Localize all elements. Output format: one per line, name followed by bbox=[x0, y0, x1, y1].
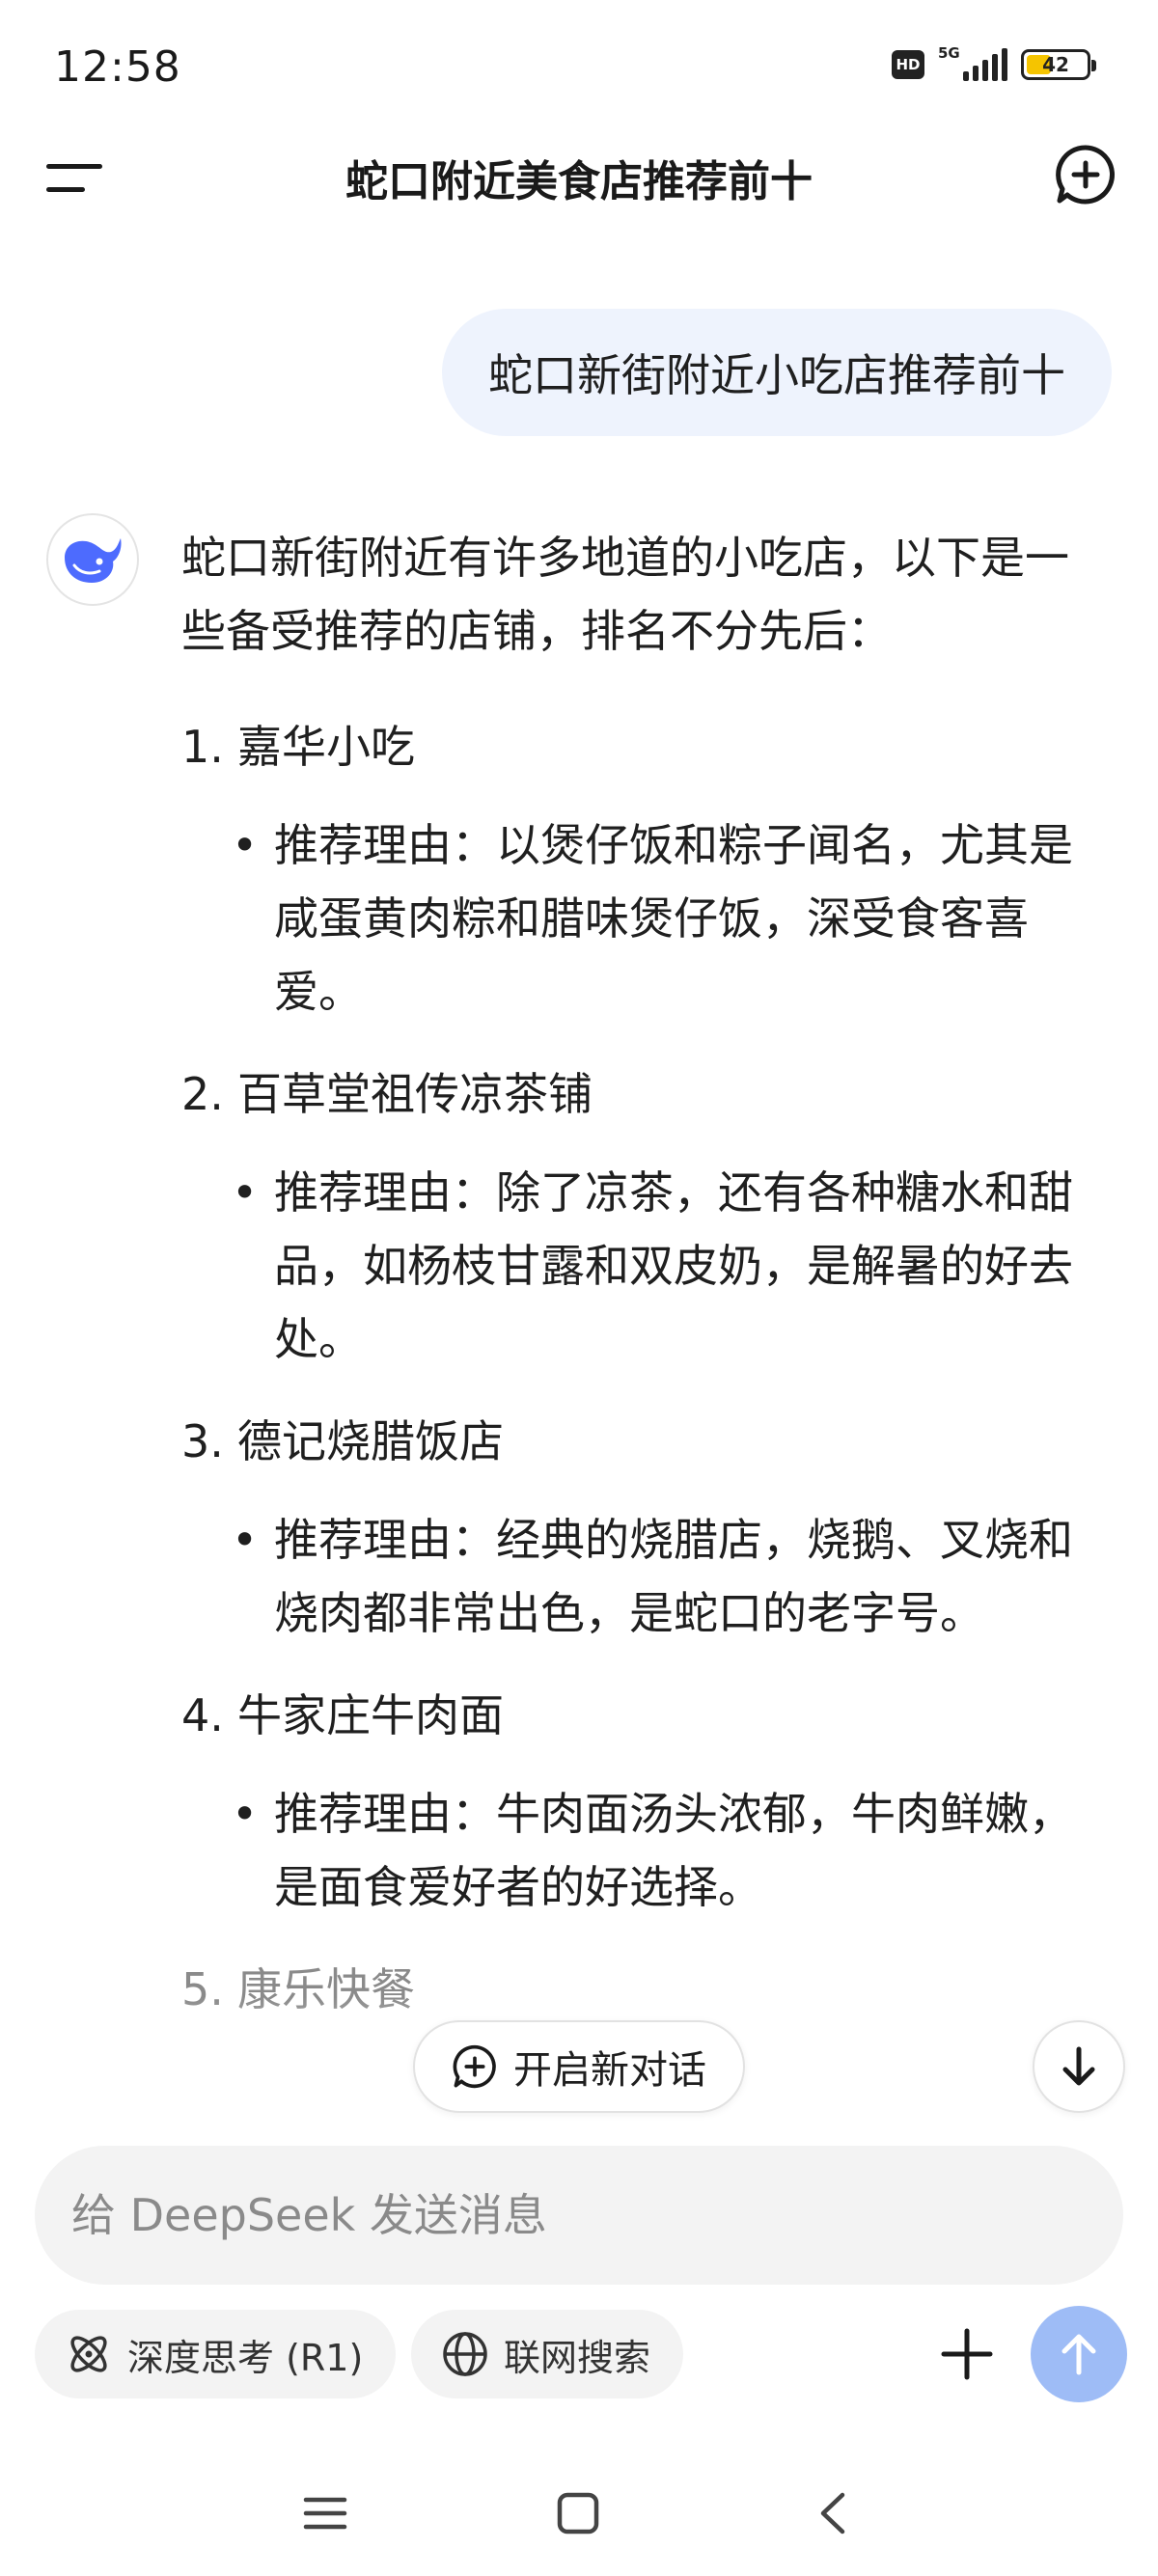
list-item: 3. 德记烧腊饭店 bbox=[181, 1415, 504, 1467]
attach-button[interactable] bbox=[923, 2310, 1011, 2398]
signal-icon: 5G bbox=[938, 44, 1007, 81]
item-reason: • 推荐理由：经典的烧腊店，烧鹅、叉烧和烧肉都非常出色，是蛇口的老字号。 bbox=[232, 1514, 1073, 1639]
item-reason: • 推荐理由：以煲仔饭和粽子闻名，尤其是咸蛋黄肉粽和腊味煲仔饭，深受食客喜爱。 bbox=[232, 819, 1073, 1018]
system-nav-bar bbox=[0, 2451, 1158, 2576]
app-header: 蛇口附近美食店推荐前十 bbox=[0, 135, 1158, 222]
list-item: 1. 嘉华小吃 bbox=[181, 721, 415, 773]
deep-think-toggle[interactable]: 深度思考 (R1) bbox=[35, 2310, 397, 2398]
nav-back-button[interactable] bbox=[799, 2480, 867, 2547]
new-chat-label: 开启新对话 bbox=[513, 2048, 706, 2093]
item-reason: • 推荐理由：除了凉茶，还有各种糖水和甜品，如杨枝甘露和双皮奶，是解暑的好去处。 bbox=[232, 1166, 1073, 1365]
answer-intro: 蛇口新街附近有许多地道的小吃店，以下是一些备受推荐的店铺，排名不分先后： bbox=[181, 532, 1069, 657]
screen: 12:58 HD 5G 42 蛇口附近美食店推荐前十 蛇口新街附近小吃店推荐前十… bbox=[0, 0, 1158, 2576]
assistant-answer: 蛇口新街附近有许多地道的小吃店，以下是一些备受推荐的店铺，排名不分先后： 1. 嘉… bbox=[181, 521, 1108, 2026]
status-icons: HD 5G 42 bbox=[892, 44, 1096, 81]
arrow-down-icon bbox=[1062, 2046, 1095, 2086]
globe-icon bbox=[443, 2332, 487, 2376]
item-name: 百草堂祖传凉茶铺 bbox=[237, 1068, 593, 1120]
whale-icon bbox=[65, 538, 122, 583]
battery-icon: 42 bbox=[1021, 49, 1096, 80]
web-search-toggle[interactable]: 联网搜索 bbox=[411, 2310, 684, 2398]
chat-plus-icon[interactable] bbox=[1054, 143, 1117, 206]
send-button[interactable] bbox=[1031, 2306, 1127, 2402]
hd-badge: HD bbox=[892, 50, 924, 79]
plus-icon bbox=[941, 2328, 993, 2380]
status-bar: 12:58 HD 5G 42 bbox=[0, 0, 1158, 135]
square-icon bbox=[557, 2492, 599, 2535]
item-name: 德记烧腊饭店 bbox=[237, 1415, 504, 1467]
new-chat-button[interactable]: 开启新对话 bbox=[413, 2020, 745, 2113]
item-name: 牛家庄牛肉面 bbox=[237, 1689, 504, 1741]
chevron-left-icon bbox=[820, 2492, 845, 2535]
list-item: 2. 百草堂祖传凉茶铺 bbox=[181, 1068, 593, 1120]
chat-plus-icon bbox=[453, 2044, 496, 2089]
hamburger-icon bbox=[303, 2497, 347, 2530]
battery-level: 42 bbox=[1042, 53, 1069, 76]
scroll-down-button[interactable] bbox=[1033, 2020, 1125, 2113]
status-time: 12:58 bbox=[54, 42, 181, 92]
network-type: 5G bbox=[938, 44, 960, 62]
item-name: 嘉华小吃 bbox=[237, 721, 415, 773]
deep-think-label: 深度思考 (R1) bbox=[127, 2336, 364, 2379]
atom-icon bbox=[70, 2336, 107, 2372]
message-input[interactable] bbox=[35, 2146, 1123, 2285]
user-message-bubble: 蛇口新街附近小吃店推荐前十 bbox=[442, 309, 1112, 436]
arrow-up-icon bbox=[1062, 2334, 1096, 2375]
bot-avatar bbox=[46, 513, 139, 606]
nav-menu-button[interactable] bbox=[291, 2480, 359, 2547]
nav-home-button[interactable] bbox=[544, 2480, 612, 2547]
item-reason: • 推荐理由：牛肉面汤头浓郁，牛肉鲜嫩，是面食爱好者的好选择。 bbox=[232, 1788, 1073, 1913]
web-search-label: 联网搜索 bbox=[504, 2336, 651, 2379]
page-title: 蛇口附近美食店推荐前十 bbox=[345, 157, 813, 206]
list-item: 4. 牛家庄牛肉面 bbox=[181, 1689, 504, 1741]
input-area: 深度思考 (R1) 联网搜索 bbox=[0, 2142, 1158, 2431]
